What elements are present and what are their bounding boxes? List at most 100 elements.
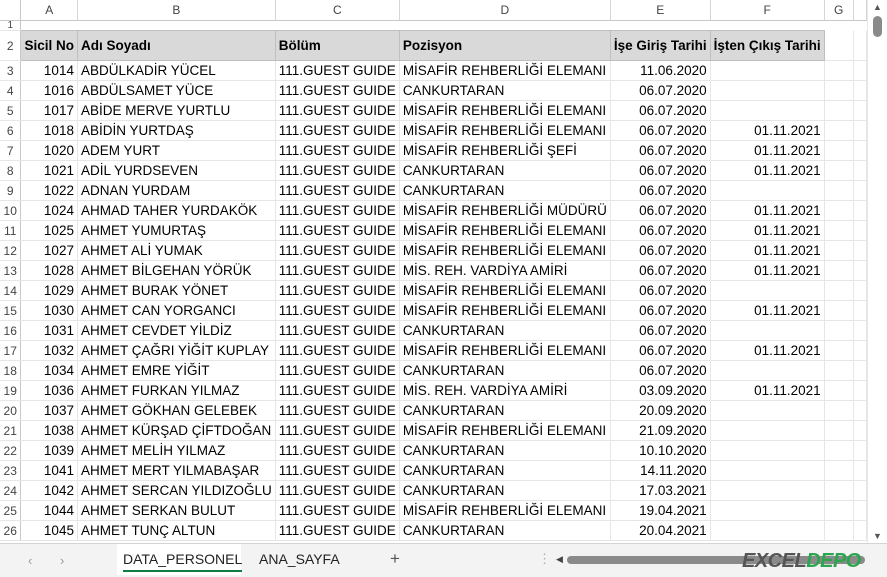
cell[interactable] bbox=[824, 80, 854, 101]
cell[interactable] bbox=[853, 300, 867, 321]
cell[interactable] bbox=[853, 21, 866, 31]
cell[interactable] bbox=[824, 220, 854, 241]
row-number[interactable]: 13 bbox=[0, 260, 22, 281]
row-number[interactable]: 8 bbox=[0, 160, 22, 181]
sicil-no-cell[interactable]: 1017 bbox=[20, 100, 78, 121]
cell[interactable] bbox=[853, 360, 867, 381]
ise-giris-cell[interactable]: 11.06.2020 bbox=[610, 60, 711, 81]
bolum-cell[interactable]: 111.GUEST GUIDE bbox=[275, 260, 400, 281]
adi-soyadi-cell[interactable]: ADEM YURT bbox=[77, 140, 276, 161]
pozisyon-cell[interactable]: CANKURTARAN bbox=[399, 440, 611, 461]
row-number[interactable]: 20 bbox=[0, 400, 22, 421]
bolum-cell[interactable]: 111.GUEST GUIDE bbox=[275, 240, 400, 261]
sicil-no-cell[interactable]: 1032 bbox=[20, 340, 78, 361]
ise-giris-cell[interactable]: 03.09.2020 bbox=[610, 380, 711, 401]
header-isten-cikis-tarihi[interactable]: İşten Çıkış Tarihi bbox=[709, 30, 825, 61]
ise-giris-cell[interactable]: 06.07.2020 bbox=[610, 220, 711, 241]
isten-cikis-cell[interactable]: 01.11.2021 bbox=[710, 300, 825, 321]
cell[interactable] bbox=[824, 60, 854, 81]
next-sheet-icon[interactable]: › bbox=[60, 553, 64, 568]
bolum-cell[interactable]: 111.GUEST GUIDE bbox=[275, 160, 400, 181]
adi-soyadi-cell[interactable]: ABİDİN YURTDAŞ bbox=[77, 120, 276, 141]
row-number[interactable]: 19 bbox=[0, 380, 22, 401]
ise-giris-cell[interactable]: 14.11.2020 bbox=[610, 460, 711, 481]
sicil-no-cell[interactable]: 1039 bbox=[20, 440, 78, 461]
adi-soyadi-cell[interactable]: ABİDE MERVE YURTLU bbox=[77, 100, 276, 121]
cell[interactable] bbox=[853, 160, 867, 181]
row-number[interactable]: 4 bbox=[0, 80, 22, 101]
ise-giris-cell[interactable]: 06.07.2020 bbox=[610, 80, 711, 101]
ise-giris-cell[interactable]: 06.07.2020 bbox=[610, 240, 711, 261]
isten-cikis-cell[interactable] bbox=[710, 440, 825, 461]
cell[interactable] bbox=[853, 440, 867, 461]
isten-cikis-cell[interactable] bbox=[710, 400, 825, 421]
row-number[interactable]: 24 bbox=[0, 480, 22, 501]
bolum-cell[interactable]: 111.GUEST GUIDE bbox=[275, 400, 400, 421]
isten-cikis-cell[interactable] bbox=[710, 100, 825, 121]
isten-cikis-cell[interactable] bbox=[710, 520, 825, 541]
isten-cikis-cell[interactable] bbox=[710, 460, 825, 481]
isten-cikis-cell[interactable] bbox=[710, 480, 825, 501]
tab-ana-sayfa[interactable]: ANA_SAYFA bbox=[253, 544, 361, 575]
header-ise-giris-tarihi[interactable]: İşe Giriş Tarihi bbox=[609, 30, 711, 61]
row-number[interactable]: 15 bbox=[0, 300, 22, 321]
sicil-no-cell[interactable]: 1034 bbox=[20, 360, 78, 381]
ise-giris-cell[interactable]: 06.07.2020 bbox=[610, 180, 711, 201]
adi-soyadi-cell[interactable]: AHMET ÇAĞRI YİĞİT KUPLAY bbox=[77, 340, 276, 361]
pozisyon-cell[interactable]: MİSAFİR REHBERLİĞİ ELEMANI bbox=[399, 300, 611, 321]
row-number[interactable]: 5 bbox=[0, 100, 22, 121]
sicil-no-cell[interactable]: 1024 bbox=[20, 200, 78, 221]
isten-cikis-cell[interactable] bbox=[710, 320, 825, 341]
adi-soyadi-cell[interactable]: ABDÜLKADİR YÜCEL bbox=[77, 60, 276, 81]
bolum-cell[interactable]: 111.GUEST GUIDE bbox=[275, 420, 400, 441]
pozisyon-cell[interactable]: MİSAFİR REHBERLİĞİ ELEMANI bbox=[399, 420, 611, 441]
bolum-cell[interactable]: 111.GUEST GUIDE bbox=[275, 80, 400, 101]
cell[interactable] bbox=[853, 420, 867, 441]
row-number[interactable]: 7 bbox=[0, 140, 22, 161]
sicil-no-cell[interactable]: 1042 bbox=[20, 480, 78, 501]
ise-giris-cell[interactable]: 06.07.2020 bbox=[610, 320, 711, 341]
cell[interactable] bbox=[824, 420, 854, 441]
row-number[interactable]: 10 bbox=[0, 200, 22, 221]
column-header-b[interactable]: B bbox=[77, 0, 276, 21]
vertical-scrollbar[interactable]: ▲ ▼ bbox=[867, 0, 887, 543]
adi-soyadi-cell[interactable]: AHMET EMRE YİĞİT bbox=[77, 360, 276, 381]
cell[interactable] bbox=[853, 240, 867, 261]
cell[interactable] bbox=[824, 260, 854, 281]
pozisyon-cell[interactable]: CANKURTARAN bbox=[399, 400, 611, 421]
cell[interactable] bbox=[853, 400, 867, 421]
bolum-cell[interactable]: 111.GUEST GUIDE bbox=[275, 460, 400, 481]
bolum-cell[interactable]: 111.GUEST GUIDE bbox=[275, 280, 400, 301]
sicil-no-cell[interactable]: 1036 bbox=[20, 380, 78, 401]
cell[interactable] bbox=[824, 140, 854, 161]
column-header-f[interactable]: F bbox=[710, 0, 825, 21]
cell[interactable] bbox=[824, 200, 854, 221]
pozisyon-cell[interactable]: MİSAFİR REHBERLİĞİ ELEMANI bbox=[399, 100, 611, 121]
isten-cikis-cell[interactable]: 01.11.2021 bbox=[710, 260, 825, 281]
column-header-e[interactable]: E bbox=[610, 0, 711, 21]
row-number[interactable]: 11 bbox=[0, 220, 22, 241]
cell[interactable] bbox=[824, 340, 854, 361]
cell[interactable] bbox=[853, 140, 867, 161]
cell[interactable] bbox=[824, 180, 854, 201]
header-bolum[interactable]: Bölüm bbox=[274, 30, 400, 61]
bolum-cell[interactable]: 111.GUEST GUIDE bbox=[275, 520, 400, 541]
pozisyon-cell[interactable]: CANKURTARAN bbox=[399, 460, 611, 481]
ise-giris-cell[interactable]: 20.04.2021 bbox=[610, 520, 711, 541]
cell[interactable] bbox=[853, 180, 867, 201]
adi-soyadi-cell[interactable]: ADİL YURDSEVEN bbox=[77, 160, 276, 181]
isten-cikis-cell[interactable]: 01.11.2021 bbox=[710, 140, 825, 161]
row-number[interactable]: 16 bbox=[0, 320, 22, 341]
cell[interactable] bbox=[824, 120, 854, 141]
isten-cikis-cell[interactable]: 01.11.2021 bbox=[710, 160, 825, 181]
column-header-g[interactable]: G bbox=[824, 0, 854, 21]
column-header-a[interactable]: A bbox=[20, 0, 78, 21]
adi-soyadi-cell[interactable]: AHMET FURKAN YILMAZ bbox=[77, 380, 276, 401]
pozisyon-cell[interactable]: MİSAFİR REHBERLİĞİ MÜDÜRÜ bbox=[399, 200, 611, 221]
row-number[interactable]: 2 bbox=[0, 30, 22, 61]
spreadsheet-grid[interactable]: A B C D E F G 1 2 Sicil No Adı Soyadı Bö… bbox=[0, 0, 867, 543]
isten-cikis-cell[interactable]: 01.11.2021 bbox=[710, 380, 825, 401]
bolum-cell[interactable]: 111.GUEST GUIDE bbox=[275, 140, 400, 161]
cell[interactable] bbox=[824, 460, 854, 481]
cell[interactable] bbox=[824, 300, 854, 321]
